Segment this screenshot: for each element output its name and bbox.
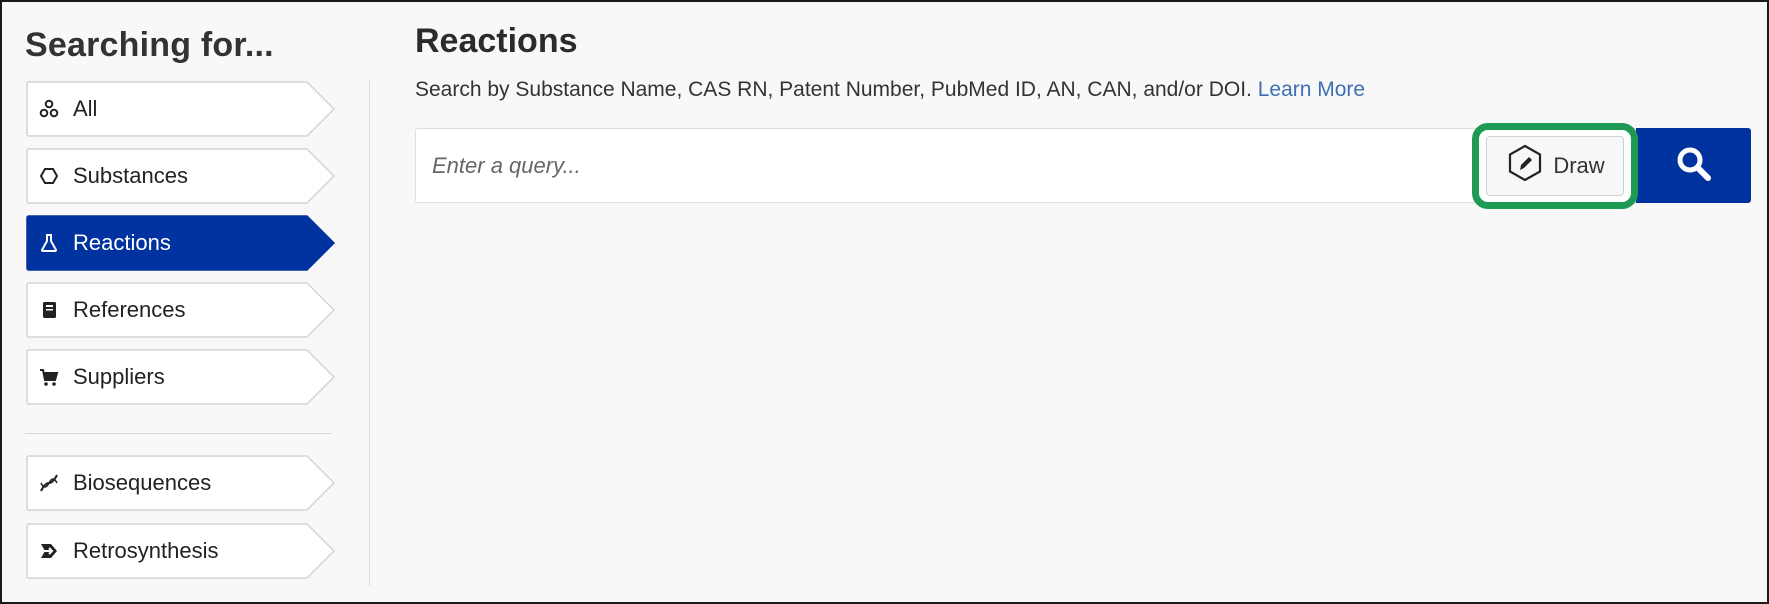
nav-item-label: Reactions [73, 230, 171, 255]
book-icon [39, 300, 59, 320]
sidebar-title: Searching for... [25, 26, 274, 64]
atoms-icon [39, 99, 59, 119]
page-title: Reactions [415, 22, 578, 60]
nav-item-biosequences[interactable]: Biosequences [25, 454, 337, 512]
search-icon [1676, 146, 1712, 185]
nav-item-label: Biosequences [73, 470, 212, 495]
sidebar-separator [369, 80, 370, 586]
nav-item-label: Retrosynthesis [73, 538, 219, 563]
nav-item-retrosynthesis[interactable]: Retrosynthesis [25, 522, 337, 580]
nav-item-label: Substances [73, 163, 188, 188]
nav-item-substances[interactable]: Substances [25, 147, 337, 205]
nav-item-label: Suppliers [73, 364, 165, 389]
flask-icon [39, 233, 59, 253]
retrosynthesis-icon [39, 541, 59, 561]
nav-item-all[interactable]: All [25, 80, 337, 138]
draw-hexagon-pencil-icon [1505, 143, 1545, 189]
dna-icon [39, 473, 59, 493]
draw-button-label: Draw [1553, 153, 1605, 178]
app-frame: Searching for... All Substances Reaction… [0, 0, 1769, 604]
nav-item-label: All [73, 96, 98, 121]
draw-button[interactable]: Draw [1486, 136, 1624, 196]
nav-item-suppliers[interactable]: Suppliers [25, 348, 337, 406]
search-button[interactable] [1636, 128, 1751, 203]
nav-item-reactions[interactable]: Reactions [25, 214, 337, 272]
cart-icon [39, 367, 59, 387]
learn-more-link[interactable]: Learn More [1258, 78, 1365, 101]
search-input[interactable] [432, 129, 1472, 202]
sidebar-divider [25, 433, 332, 434]
nav-item-references[interactable]: References [25, 281, 337, 339]
hexagon-icon [39, 166, 59, 186]
nav-item-label: References [73, 297, 186, 322]
search-description: Search by Substance Name, CAS RN, Patent… [415, 78, 1365, 102]
search-description-text: Search by Substance Name, CAS RN, Patent… [415, 78, 1252, 101]
